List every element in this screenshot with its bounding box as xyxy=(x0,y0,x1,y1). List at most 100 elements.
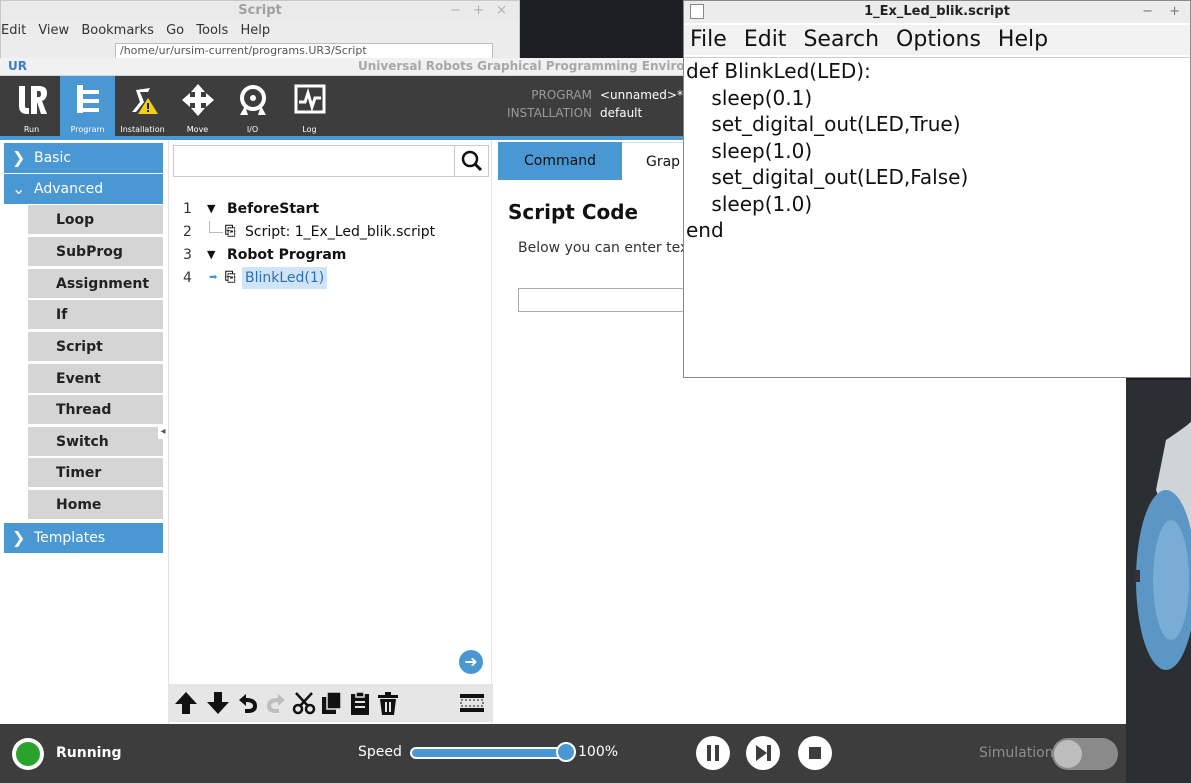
file-manager-title: Script xyxy=(238,3,282,18)
move-up-icon[interactable] xyxy=(173,690,199,716)
category-advanced-label: Advanced xyxy=(34,181,104,197)
tree-connector xyxy=(209,221,223,233)
program-label: PROGRAM xyxy=(531,88,592,102)
tree-node-label: Script: 1_Ex_Led_blik.script xyxy=(245,224,436,240)
editor-menu-file[interactable]: File xyxy=(690,27,727,52)
undo-icon[interactable] xyxy=(235,690,261,716)
file-manager-window: Script − + × Edit View Bookmarks Go Tool… xyxy=(0,0,520,62)
tab-command[interactable]: Command xyxy=(498,142,622,180)
nav-log-label: Log xyxy=(302,125,317,134)
line-number: 2 xyxy=(183,224,192,240)
sidebar-item-event[interactable]: Event xyxy=(28,364,163,394)
paste-icon[interactable] xyxy=(347,690,373,716)
nav-io[interactable]: I/O xyxy=(225,76,280,136)
suppress-icon[interactable] xyxy=(459,690,485,716)
io-icon xyxy=(239,85,266,115)
nav-run[interactable]: Run xyxy=(4,76,59,136)
collapse-sidebar-handle[interactable]: ◂ xyxy=(158,425,168,439)
script-code-input[interactable] xyxy=(518,288,698,312)
tree-node-label: BlinkLed(1) xyxy=(242,267,328,289)
fm-menu-tools[interactable]: Tools xyxy=(196,23,228,38)
code-line: sleep(1.0) xyxy=(686,191,813,216)
node-sidebar: ❯ Basic ⌄ Advanced Loop SubProg Assignme… xyxy=(0,140,165,724)
sidebar-item-script[interactable]: Script xyxy=(28,332,163,362)
code-line: set_digital_out(LED,True) xyxy=(686,112,961,136)
tree-toolbar xyxy=(169,684,493,722)
search-icon[interactable] xyxy=(454,146,488,176)
tree-node-label: Robot Program xyxy=(227,247,347,263)
editor-menubar: File Edit Search Options Help xyxy=(684,25,1190,55)
tree-row[interactable]: 1 ▼ BeforeStart xyxy=(169,198,489,220)
editor-window-controls[interactable]: − + xyxy=(1142,1,1186,23)
fm-menu-go[interactable]: Go xyxy=(166,23,184,38)
sidebar-item-home[interactable]: Home xyxy=(28,490,163,520)
code-line: set_digital_out(LED,False) xyxy=(686,165,969,189)
fm-menu-edit[interactable]: Edit xyxy=(1,23,26,38)
program-tree-icon xyxy=(76,85,99,113)
nav-program[interactable]: Program xyxy=(60,76,115,136)
sidebar-item-thread[interactable]: Thread xyxy=(28,395,163,425)
sidebar-item-assignment[interactable]: Assignment xyxy=(28,269,163,299)
sidebar-item-loop[interactable]: Loop xyxy=(28,205,163,235)
pause-icon xyxy=(707,745,719,761)
cut-icon[interactable] xyxy=(291,690,317,716)
speed-slider[interactable] xyxy=(410,747,570,759)
sidebar-item-timer[interactable]: Timer xyxy=(28,458,163,488)
tree-search-input[interactable] xyxy=(173,145,489,177)
nav-io-label: I/O xyxy=(246,125,259,134)
fm-menu-bookmarks[interactable]: Bookmarks xyxy=(81,23,154,38)
editor-menu-search[interactable]: Search xyxy=(803,27,879,52)
redo-icon[interactable] xyxy=(263,690,289,716)
nav-installation-label: Installation xyxy=(120,125,165,134)
sidebar-item-if[interactable]: If xyxy=(28,300,163,330)
tree-row[interactable]: 2 ⎘ Script: 1_Ex_Led_blik.script xyxy=(169,221,489,243)
tree-row[interactable]: 3 ▼ Robot Program xyxy=(169,244,489,266)
speed-value: 100% xyxy=(578,744,619,760)
expand-triangle-icon[interactable]: ▼ xyxy=(207,198,215,220)
expand-triangle-icon[interactable]: ▼ xyxy=(207,244,215,266)
chevron-right-icon: ❯ xyxy=(12,148,26,167)
sidebar-item-subprog[interactable]: SubProg xyxy=(28,237,163,267)
fm-menu-help[interactable]: Help xyxy=(240,23,270,38)
tree-row-selected[interactable]: 4 ➡ ⎘ BlinkLed(1) xyxy=(169,267,489,289)
nav-log[interactable]: Log xyxy=(282,76,337,136)
nav-program-label: Program xyxy=(70,125,105,134)
code-line: end xyxy=(686,218,724,242)
editor-menu-help[interactable]: Help xyxy=(998,27,1048,52)
installation-warning-icon xyxy=(131,88,158,114)
editor-text-area[interactable]: def BlinkLed(LED): sleep(0.1) set_digita… xyxy=(684,57,1190,375)
category-templates[interactable]: ❯ Templates xyxy=(4,523,163,553)
category-basic[interactable]: ❯ Basic xyxy=(4,143,163,173)
code-line: sleep(0.1) xyxy=(686,85,813,110)
stop-button[interactable] xyxy=(798,736,832,770)
editor-menu-edit[interactable]: Edit xyxy=(744,27,787,52)
robot-status-indicator-icon xyxy=(12,738,44,770)
tab-graphics[interactable]: Grap xyxy=(622,142,688,180)
copy-icon[interactable] xyxy=(319,690,345,716)
robot-arm-image xyxy=(1126,380,1191,783)
move-down-icon[interactable] xyxy=(205,690,231,716)
sidebar-item-switch[interactable]: Switch xyxy=(28,427,163,457)
pause-button[interactable] xyxy=(696,736,730,770)
page-title: Script Code xyxy=(508,200,639,224)
ur-titlebar-logo: UR xyxy=(8,59,27,73)
delete-icon[interactable] xyxy=(375,690,401,716)
nav-move[interactable]: Move xyxy=(170,76,225,136)
speed-slider-handle[interactable] xyxy=(556,742,576,762)
chevron-down-icon: ⌄ xyxy=(12,179,26,198)
simulation-toggle[interactable] xyxy=(1052,738,1118,770)
editor-menu-options[interactable]: Options xyxy=(896,27,981,52)
editor-title: 1_Ex_Led_blik.script xyxy=(864,4,1010,19)
go-to-next-arrow-icon[interactable]: ➜ xyxy=(459,650,483,674)
file-manager-controls[interactable]: − + × xyxy=(450,1,511,21)
category-advanced[interactable]: ⌄ Advanced xyxy=(4,174,163,204)
nav-installation[interactable]: Installation xyxy=(115,76,170,136)
current-line-arrow-icon: ➡ xyxy=(209,272,218,283)
program-tree-panel: 1 ▼ BeforeStart 2 ⎘ Script: 1_Ex_Led_bli… xyxy=(168,140,493,724)
step-button[interactable] xyxy=(746,736,780,770)
line-number: 4 xyxy=(183,270,192,286)
editor-app-icon xyxy=(690,4,704,19)
installation-label: INSTALLATION xyxy=(507,106,592,120)
line-number: 1 xyxy=(183,201,192,217)
fm-menu-view[interactable]: View xyxy=(38,23,69,38)
